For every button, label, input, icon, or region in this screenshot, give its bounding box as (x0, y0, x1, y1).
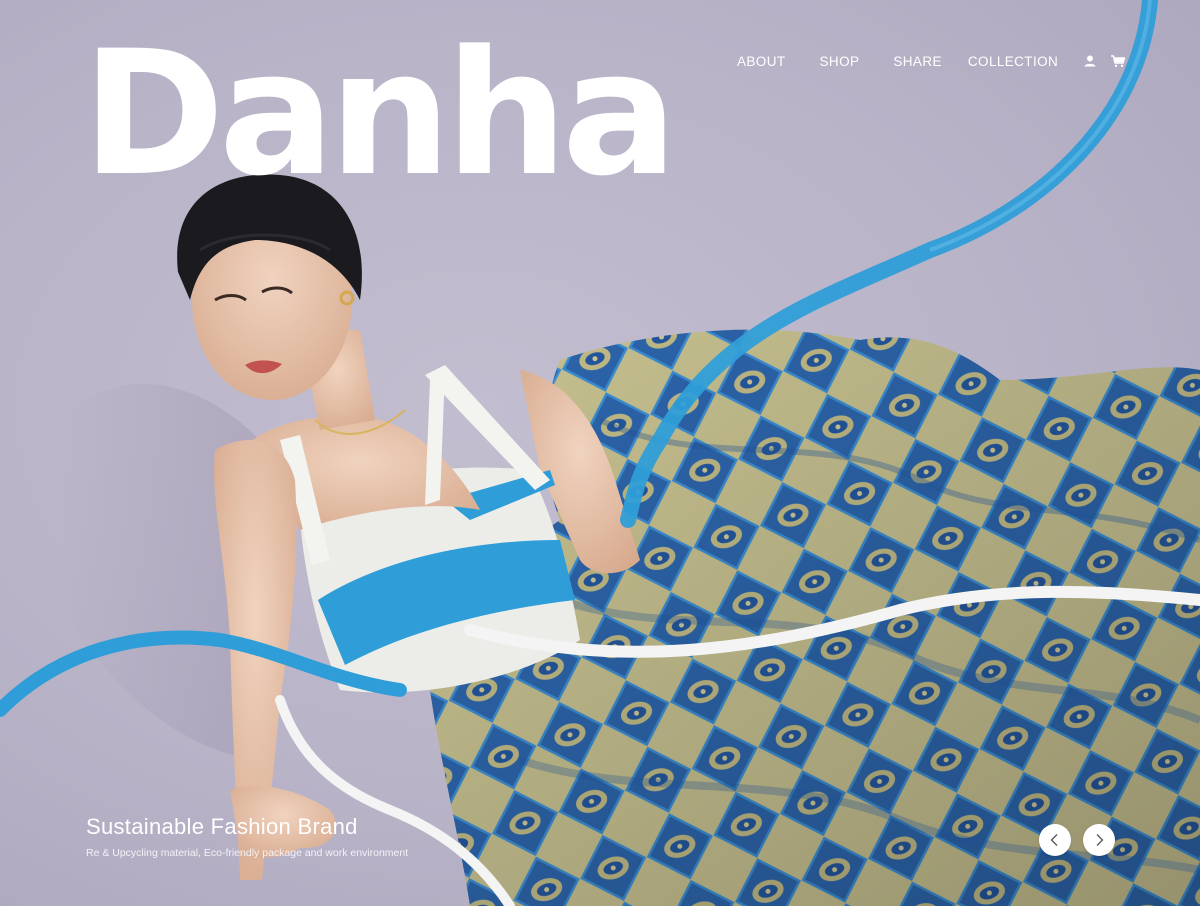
hero-caption: Sustainable Fashion Brand Re & Upcycling… (86, 814, 408, 859)
nav-item-share[interactable]: SHARE (893, 54, 942, 69)
cart-icon[interactable] (1110, 53, 1126, 69)
brand-logo[interactable]: Danha (82, 28, 678, 200)
main-nav: ABOUT SHOP SHARE COLLECTION (737, 53, 1126, 69)
hero-section: Danha ABOUT SHOP SHARE COLLECTION Sustai… (0, 0, 1200, 906)
nav-item-collection[interactable]: COLLECTION (968, 54, 1058, 69)
user-icon[interactable] (1082, 53, 1098, 69)
carousel-next-button[interactable] (1083, 824, 1115, 856)
hero-title: Sustainable Fashion Brand (86, 814, 358, 839)
chevron-left-icon (1050, 834, 1058, 846)
nav-item-about[interactable]: ABOUT (737, 54, 786, 69)
carousel-prev-button[interactable] (1039, 824, 1071, 856)
nav-item-shop[interactable]: SHOP (820, 54, 860, 69)
chevron-right-icon (1096, 834, 1104, 846)
hero-subtitle: Re & Upcycling material, Eco-friendly pa… (86, 847, 409, 859)
